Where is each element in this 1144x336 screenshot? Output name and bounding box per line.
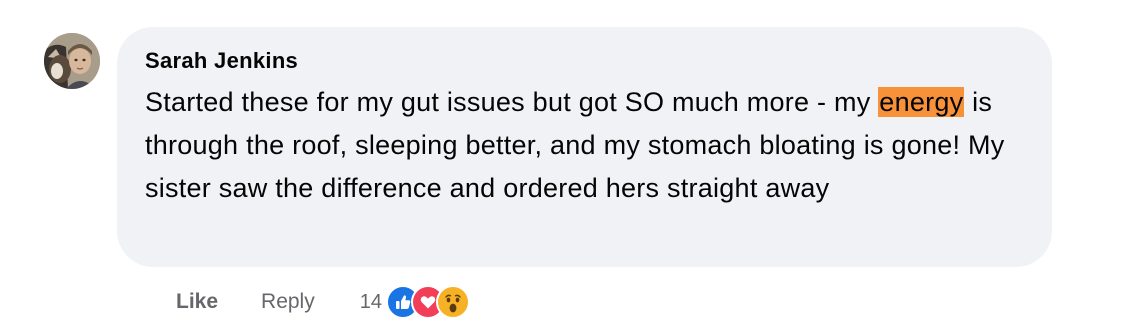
comment-actions: Like Reply 14 <box>176 285 470 319</box>
comment-text-start: Started these for my gut issues but got … <box>145 87 879 117</box>
comment-text: Started these for my gut issues but got … <box>145 81 1035 210</box>
like-button[interactable]: Like <box>176 290 218 314</box>
avatar-image <box>44 33 100 89</box>
wow-icon <box>435 285 470 319</box>
reactions-summary[interactable] <box>385 285 470 319</box>
reaction-count[interactable]: 14 <box>360 291 382 314</box>
avatar[interactable] <box>44 33 100 89</box>
highlighted-keyword: energy <box>878 87 965 117</box>
comment-author[interactable]: Sarah Jenkins <box>145 48 298 74</box>
reply-button[interactable]: Reply <box>261 290 315 314</box>
